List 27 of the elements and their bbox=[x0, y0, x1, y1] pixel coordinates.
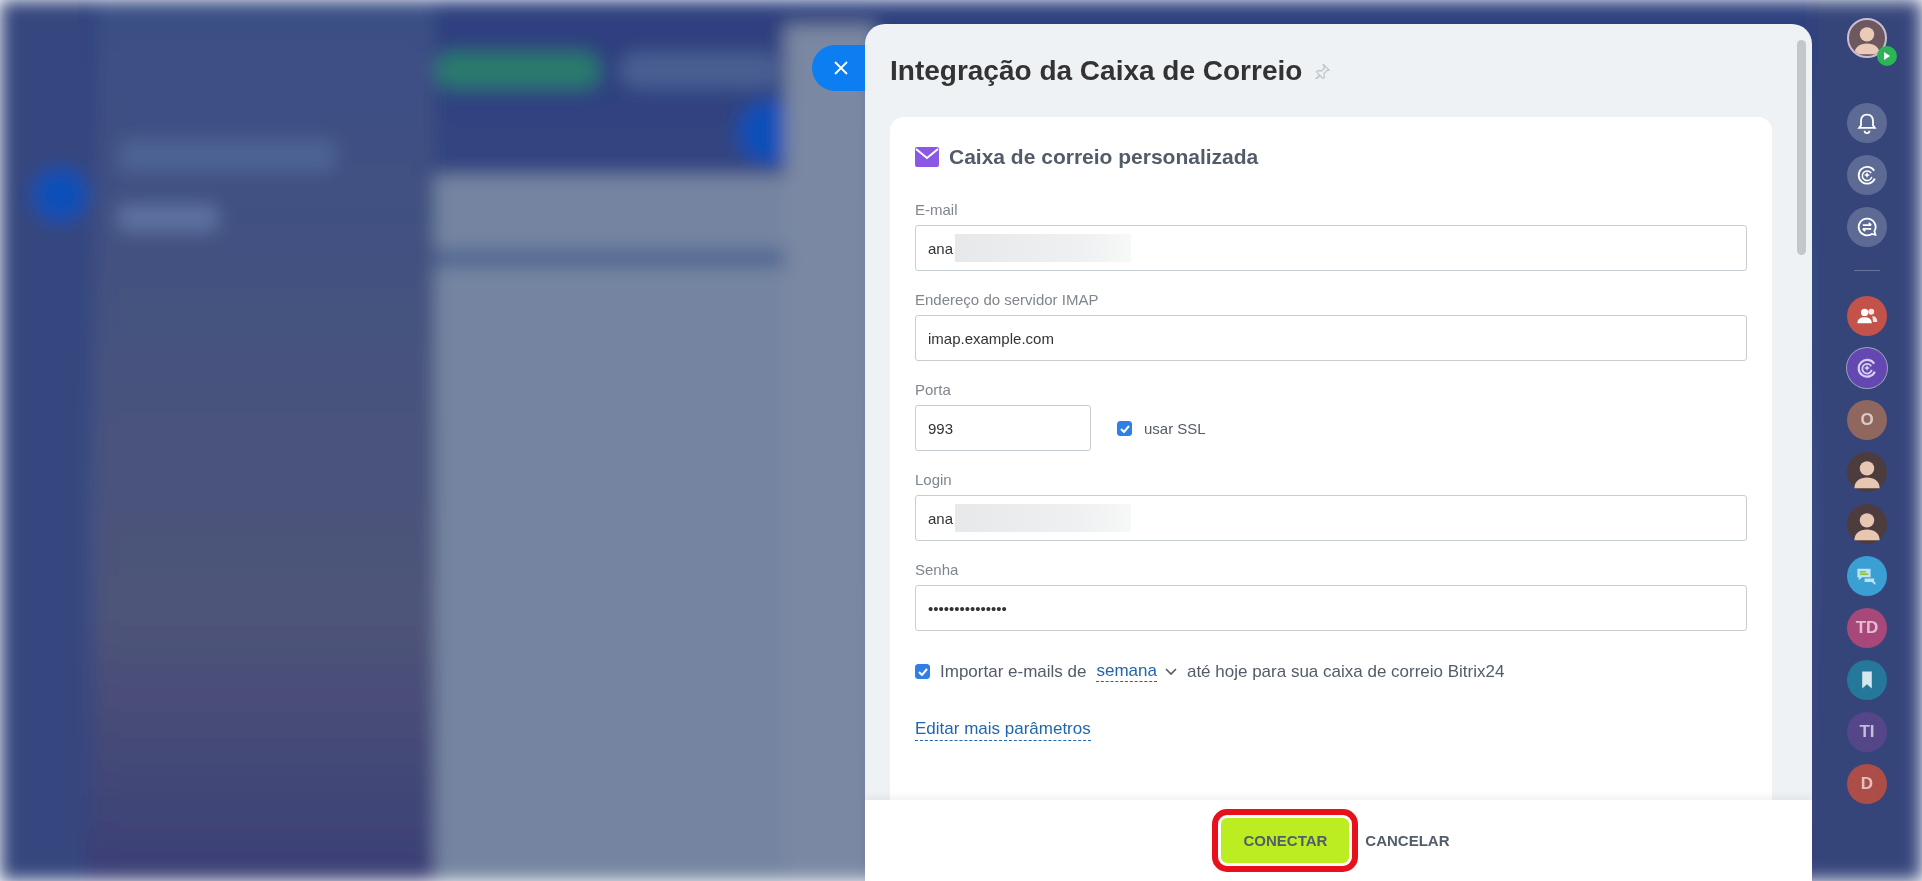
cancel-button[interactable]: CANCELAR bbox=[1359, 818, 1456, 863]
chat-arrows-icon[interactable] bbox=[1855, 215, 1879, 239]
import-label: até hoje para sua caixa de correio Bitrix24 bbox=[1186, 661, 1505, 682]
panel-title: Integração da Caixa de Correio bbox=[890, 54, 1303, 87]
chevron-icon[interactable] bbox=[1164, 667, 1177, 676]
field-label: E-mail bbox=[915, 201, 959, 219]
period-dropdown[interactable]: semana bbox=[1096, 661, 1157, 682]
sidebar-button[interactable] bbox=[1847, 155, 1887, 195]
field-label: Endereço do servidor IMAP bbox=[915, 291, 1100, 309]
text-field[interactable]: imap.example.com bbox=[915, 315, 1747, 361]
text-field[interactable]: 993 bbox=[915, 405, 1091, 451]
sidebar-button[interactable] bbox=[1847, 207, 1887, 247]
envelope-icon bbox=[915, 147, 939, 167]
swirl-icon[interactable] bbox=[1855, 356, 1879, 380]
field-label: Senha bbox=[915, 561, 960, 579]
field-label: Login bbox=[915, 471, 953, 489]
field-label: Porta bbox=[915, 381, 952, 399]
sidebar-button[interactable] bbox=[1847, 103, 1887, 143]
checkbox-label: usar SSL bbox=[1144, 419, 1206, 437]
text-field[interactable]: ••••••••••••••• bbox=[915, 585, 1747, 631]
close-icon[interactable] bbox=[833, 61, 848, 75]
bell-icon[interactable] bbox=[1855, 111, 1879, 135]
more-settings-link[interactable]: Editar mais parâmetros bbox=[915, 718, 1091, 741]
close-button[interactable] bbox=[812, 45, 865, 91]
import-label: Importar e-mails de bbox=[940, 661, 1087, 682]
scrollbar-thumb[interactable] bbox=[1797, 40, 1806, 255]
section-title: Caixa de correio personalizada bbox=[949, 145, 1259, 169]
